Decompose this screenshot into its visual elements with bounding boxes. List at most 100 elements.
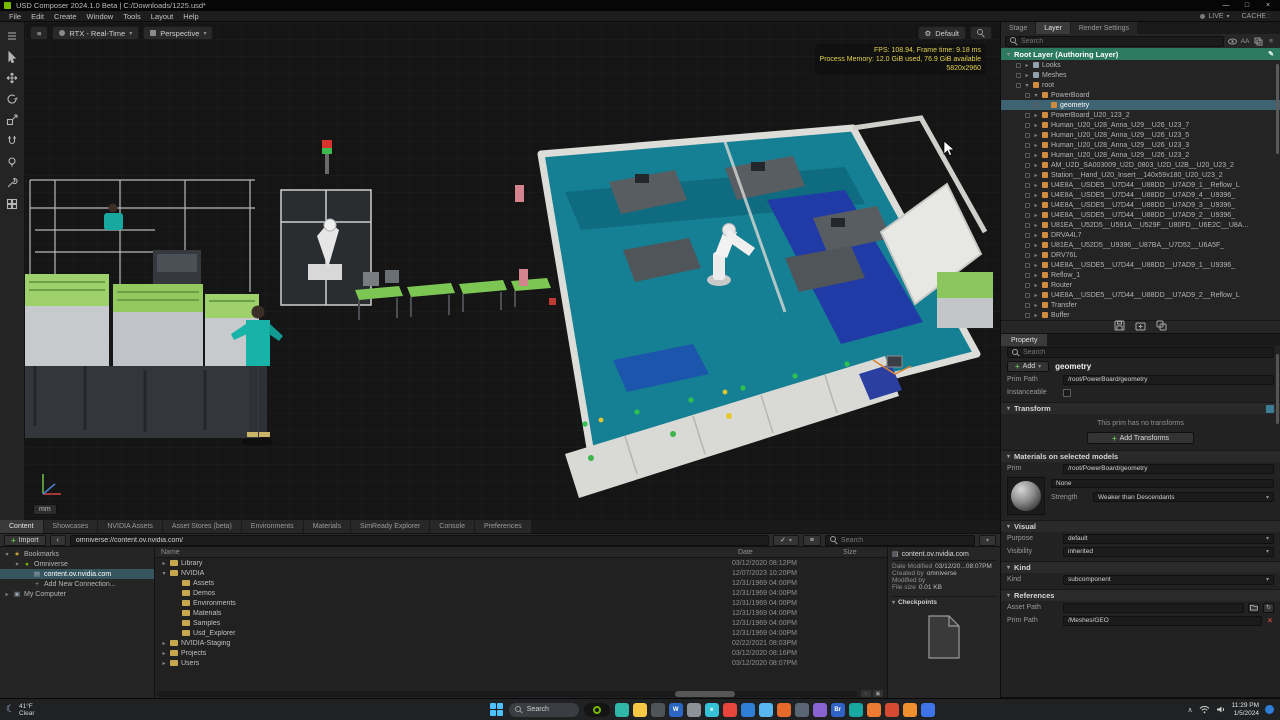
taskbar-app-icon[interactable] [867, 703, 881, 717]
live-sync-toggle[interactable]: LIVE ▾ [1194, 13, 1235, 20]
menu-item[interactable]: Edit [26, 12, 49, 21]
layer-search-input[interactable] [1021, 38, 1219, 45]
mute-toggle-icon[interactable] [1025, 143, 1030, 148]
mute-toggle-icon[interactable] [1025, 253, 1030, 258]
back-button[interactable]: ‹ [50, 535, 66, 546]
taskbar-app-icon[interactable] [615, 703, 629, 717]
file-row[interactable]: Assets 12/31/1969 04:00PM [155, 578, 887, 588]
mute-toggle-icon[interactable] [1025, 293, 1030, 298]
column-date[interactable]: Date [732, 549, 837, 556]
volume-icon[interactable] [1216, 705, 1226, 714]
visual-section-header[interactable]: ▾ Visual [1001, 520, 1280, 532]
expand-caret-icon[interactable]: ▸ [1024, 72, 1030, 79]
panel-tab[interactable]: Stage [1001, 22, 1035, 34]
layer-search[interactable] [1005, 36, 1224, 47]
browse-file-icon[interactable] [1248, 603, 1259, 613]
wifi-icon[interactable] [1199, 705, 1210, 714]
transform-section-header[interactable]: ▾ Transform [1001, 402, 1280, 414]
scale-tool-icon[interactable] [4, 112, 21, 127]
expand-caret-icon[interactable]: ▸ [1033, 182, 1039, 189]
kind-dropdown[interactable]: subcomponent ▾ [1063, 575, 1274, 585]
mute-toggle-icon[interactable] [1025, 233, 1030, 238]
mute-toggle-icon[interactable] [1025, 203, 1030, 208]
mute-toggle-icon[interactable] [1025, 113, 1030, 118]
file-row[interactable]: ▸ Library 03/12/2020 08:12PM [155, 558, 887, 568]
layer-tree-item[interactable]: ▾ PowerBoard [1001, 90, 1280, 100]
layer-tree-item[interactable]: ▸ Buffer [1001, 310, 1280, 320]
mute-toggle-icon[interactable] [1025, 153, 1030, 158]
content-tab[interactable]: Content [0, 520, 43, 533]
layer-tree-item[interactable]: ▸ U4E8A__USDE5__U7D44__U88DD__U7AD9_4__U… [1001, 190, 1280, 200]
windows-start-icon[interactable] [489, 702, 504, 717]
menu-item[interactable]: File [4, 12, 26, 21]
expand-caret-icon[interactable]: ▸ [161, 640, 167, 647]
expand-caret-icon[interactable]: ▸ [1033, 312, 1039, 319]
taskbar-app-icon[interactable] [741, 703, 755, 717]
menu-item[interactable]: Layout [146, 12, 179, 21]
layer-tree-item[interactable]: ▸ U4E8A__USDE5__U7D44__U88DD__U7AD9_1__R… [1001, 180, 1280, 190]
expand-caret-icon[interactable]: ▸ [1033, 292, 1039, 299]
layer-tree-item[interactable]: ▸ Station__Hand_U20_Insert__140x59x180_U… [1001, 170, 1280, 180]
viewport-menu-button[interactable]: ≡ [30, 26, 48, 40]
content-tab[interactable]: Environments [242, 520, 303, 533]
panel-tab[interactable]: Layer [1036, 22, 1070, 34]
renderer-dropdown[interactable]: RTX - Real-Time ▾ [52, 26, 139, 40]
mute-toggle-icon[interactable] [1025, 93, 1030, 98]
horizontal-scrollbar[interactable] [157, 691, 857, 697]
content-search[interactable] [825, 535, 975, 546]
expand-caret-icon[interactable]: ▸ [1033, 242, 1039, 249]
file-row[interactable]: Materials 12/31/1969 04:00PM [155, 608, 887, 618]
expand-caret-icon[interactable]: ▸ [1033, 222, 1039, 229]
nav-tree-item[interactable]: + Add New Connection... [0, 579, 154, 589]
close-button[interactable]: × [1260, 1, 1276, 10]
path-input[interactable] [70, 535, 769, 546]
refresh-icon[interactable]: ↻ [1263, 603, 1274, 613]
column-size[interactable]: Size [837, 549, 887, 556]
layer-tree-scrollbar[interactable] [1276, 64, 1279, 154]
mute-toggle-icon[interactable] [1025, 193, 1030, 198]
property-search[interactable] [1007, 347, 1274, 358]
expand-caret-icon[interactable]: ▸ [4, 591, 10, 598]
file-row[interactable]: ▸ Users 03/12/2020 08:07PM [155, 658, 887, 668]
material-preview[interactable] [1007, 477, 1045, 515]
expand-caret-icon[interactable]: ▸ [1033, 142, 1039, 149]
mute-toggle-icon[interactable] [1025, 163, 1030, 168]
taskbar-app-icon[interactable] [633, 703, 647, 717]
layer-tree-item[interactable]: ▸ Human_U20_U28_Anna_U29__U26_U23_5 [1001, 130, 1280, 140]
layer-tree-item[interactable]: ▸ Reflow_1 [1001, 270, 1280, 280]
default-settings-button[interactable]: ⚙ Default [918, 26, 967, 40]
layer-tree-item[interactable]: ▸ U81EA__U52D5__U9396__U87BA__U7D52__U6A… [1001, 240, 1280, 250]
mute-toggle-icon[interactable] [1034, 103, 1039, 108]
mute-toggle-icon[interactable] [1025, 273, 1030, 278]
filter-button[interactable]: ▾ [979, 535, 996, 546]
root-layer-row[interactable]: ▾ Root Layer (Authoring Layer) ✎ [1001, 48, 1280, 60]
taskbar-app-icon[interactable] [759, 703, 773, 717]
file-row[interactable]: Usd_Explorer 12/31/1969 04:00PM [155, 628, 887, 638]
omniverse-app-icon[interactable] [584, 703, 610, 717]
layer-tree-item[interactable]: ▸ Human_U20_U28_Anna_U29__U26_U23_7 [1001, 120, 1280, 130]
checkpoints-header[interactable]: ▾ Checkpoints [892, 596, 996, 606]
file-row[interactable]: Samples 12/31/1969 04:00PM [155, 618, 887, 628]
layer-tree-item[interactable]: ▸ U4E8A__USDE5__U7D44__U88DD__U7AD9_2__R… [1001, 290, 1280, 300]
edit-target-icon[interactable]: ✎ [1268, 50, 1274, 58]
file-row[interactable]: Environments 12/31/1969 04:00PM [155, 598, 887, 608]
mute-toggle-icon[interactable] [1025, 263, 1030, 268]
clock[interactable]: 11:29 PM 1/5/2024 [1232, 702, 1259, 717]
file-row[interactable]: Demos 12/31/1969 04:00PM [155, 588, 887, 598]
expand-caret-icon[interactable]: ▸ [1033, 272, 1039, 279]
move-tool-icon[interactable] [4, 70, 21, 85]
menu-item[interactable]: Help [178, 12, 203, 21]
nav-tree-item[interactable]: ▾ ★ Bookmarks [0, 549, 154, 559]
taskbar-app-icon[interactable] [885, 703, 899, 717]
layer-tree-item[interactable]: ▸ DRVA4L7 [1001, 230, 1280, 240]
instanceable-checkbox[interactable] [1063, 389, 1071, 397]
expand-caret-icon[interactable]: ▾ [1033, 92, 1039, 99]
taskbar-app-icon[interactable]: W [669, 703, 683, 717]
expand-caret-icon[interactable]: ▸ [1033, 152, 1039, 159]
layer-tree-item[interactable]: ▸ Meshes [1001, 70, 1280, 80]
taskbar-app-icon[interactable] [849, 703, 863, 717]
reference-prim-path-field[interactable]: /Meshes/GEO [1063, 616, 1262, 626]
expand-caret-icon[interactable]: ▸ [1033, 282, 1039, 289]
main-menu-icon[interactable] [4, 28, 21, 43]
layer-tree-item[interactable]: ▸ AM_U2D_SA003009_U2D_0803_U2D_U2B__U20_… [1001, 160, 1280, 170]
